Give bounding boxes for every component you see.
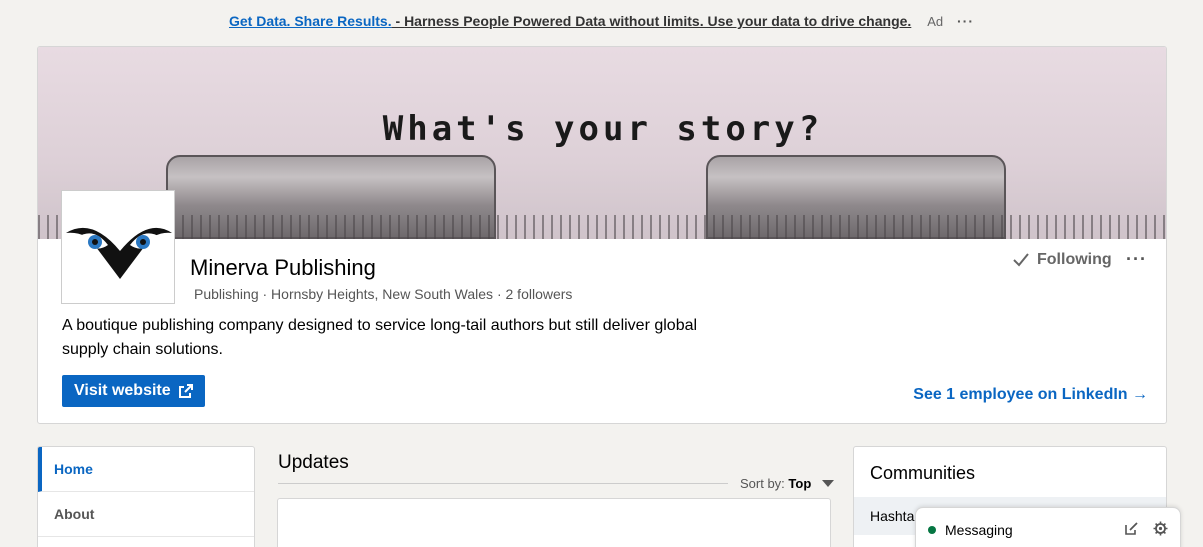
company-meta: Publishing · Hornsby Heights, New South … (194, 286, 573, 302)
messaging-actions (1124, 521, 1168, 536)
company-description: A boutique publishing company designed t… (62, 317, 698, 358)
following-label: Following (1037, 251, 1112, 268)
caret-down-icon (821, 480, 834, 487)
typewriter-teeth (38, 215, 1166, 239)
online-status-icon (928, 526, 936, 534)
see-employees-link[interactable]: See 1 employee on LinkedIn → (913, 386, 1148, 404)
compose-icon[interactable] (1124, 521, 1139, 536)
owl-logo-icon (66, 227, 172, 279)
sort-value: Top (788, 476, 812, 491)
sort-dropdown[interactable]: Sort by: Top (740, 476, 834, 491)
page-nav: Home About (37, 446, 255, 547)
ad-separator[interactable]: - (392, 13, 404, 29)
company-name: Minerva Publishing (190, 255, 376, 280)
messaging-label: Messaging (945, 522, 1013, 538)
company-logo[interactable] (61, 190, 175, 304)
ad-text[interactable]: Harness People Powered Data without limi… (404, 13, 911, 29)
cover-image: What's your story? (38, 47, 1166, 239)
nav-item-about[interactable]: About (38, 492, 254, 537)
updates-heading: Updates (278, 452, 349, 473)
nav-item-home[interactable]: Home (38, 447, 254, 492)
following-button[interactable]: Following (1013, 251, 1112, 269)
ad-more-icon[interactable]: ··· (957, 13, 974, 29)
visit-website-label: Visit website (74, 382, 171, 399)
messaging-bar[interactable]: Messaging (915, 507, 1181, 547)
more-options-icon[interactable]: ··· (1126, 249, 1147, 270)
ad-banner: Get Data. Share Results. - Harness Peopl… (0, 13, 1203, 29)
communities-heading: Communities (870, 463, 976, 483)
ad-label: Ad (927, 14, 944, 29)
company-top-card: What's your story? Minerva Publishing Pu… (37, 46, 1167, 424)
sort-prefix: Sort by: (740, 476, 785, 491)
external-link-icon (178, 384, 193, 398)
visit-website-button[interactable]: Visit website (62, 375, 205, 407)
ad-link[interactable]: Get Data. Share Results. (229, 13, 392, 29)
cover-text: What's your story? (382, 109, 824, 149)
checkmark-icon (1013, 253, 1029, 267)
feed-card (277, 498, 831, 547)
divider (278, 483, 728, 484)
gear-icon[interactable] (1153, 521, 1168, 536)
